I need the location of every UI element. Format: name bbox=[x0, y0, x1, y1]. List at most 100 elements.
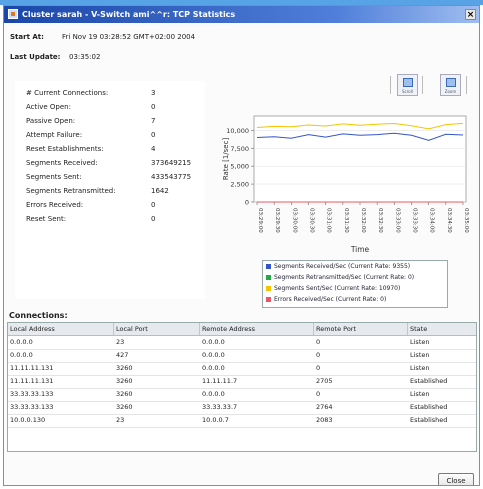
scroll-button[interactable]: Scroll bbox=[397, 74, 418, 96]
app-icon bbox=[8, 9, 18, 19]
table-cell: 0.0.0.0 bbox=[10, 351, 33, 359]
y-tick-label: 0 bbox=[245, 199, 249, 207]
rate-chart: 0 2,500 5,000 7,500 10,000 03:29:00 03:29:30 03… bbox=[222, 115, 469, 254]
stat-label: Passive Open: bbox=[26, 117, 76, 125]
table-cell: 0 bbox=[316, 338, 321, 346]
legend-item: Segments Sent/Sec (Current Rate: 10970) bbox=[266, 285, 400, 295]
table-cell: 33.33.33.7 bbox=[202, 403, 238, 411]
table-row[interactable]: 11.11.11.131 3260 11.11.11.7 2705 Establishe… bbox=[8, 375, 476, 389]
table-cell: 0.0.0.0 bbox=[202, 351, 225, 359]
close-button[interactable]: Close bbox=[438, 473, 474, 485]
column-header-remote-port[interactable]: Remote Port bbox=[314, 323, 408, 335]
stat-label: # Current Connections: bbox=[26, 89, 109, 97]
close-window-icon[interactable]: × bbox=[465, 9, 476, 20]
last-update-value: 03:35:02 bbox=[69, 53, 101, 61]
table-row[interactable]: 11.11.11.131 3260 0.0.0.0 0 Listen bbox=[8, 362, 476, 376]
table-cell: 33.33.33.133 bbox=[10, 390, 54, 398]
stat-label: Segments Sent: bbox=[26, 173, 82, 181]
table-cell: Established bbox=[410, 416, 448, 424]
last-update-label: Last Update: bbox=[10, 53, 61, 61]
stat-value: 0 bbox=[151, 215, 156, 223]
scroll-icon bbox=[403, 78, 413, 87]
legend-swatch bbox=[266, 264, 271, 269]
connections-table: Local Address Local Port Remote Address … bbox=[7, 322, 477, 452]
table-cell: 0 bbox=[316, 364, 321, 372]
stat-row: Reset Establishments: 4 bbox=[15, 145, 205, 157]
table-cell: 23 bbox=[116, 338, 125, 346]
stat-label: Attempt Failure: bbox=[26, 131, 83, 139]
legend-swatch bbox=[266, 275, 271, 280]
legend-item: Segments Received/Sec (Current Rate: 935… bbox=[266, 263, 410, 273]
stat-row: Passive Open: 7 bbox=[15, 117, 205, 129]
stat-label: Segments Retransmitted: bbox=[26, 187, 116, 195]
x-tick-label: 03:34:00 bbox=[429, 208, 435, 233]
x-tick-label: 03:32:00 bbox=[360, 208, 366, 233]
stat-label: Active Open: bbox=[26, 103, 71, 111]
table-cell: 2764 bbox=[316, 403, 333, 411]
column-header-state[interactable]: State bbox=[408, 323, 476, 335]
column-header-local-address[interactable]: Local Address bbox=[8, 323, 114, 335]
stat-value: 3 bbox=[151, 89, 156, 97]
title-bar[interactable]: Cluster sarah - V-Switch ami^^r: TCP Sta… bbox=[4, 6, 479, 23]
table-row[interactable]: 0.0.0.0 23 0.0.0.0 0 Listen bbox=[8, 336, 476, 350]
table-cell: 10.0.0.130 bbox=[10, 416, 46, 424]
table-cell: 2083 bbox=[316, 416, 333, 424]
chart-legend: Segments Received/Sec (Current Rate: 935… bbox=[262, 260, 448, 308]
stat-value: 0 bbox=[151, 131, 156, 139]
stat-label: Reset Establishments: bbox=[26, 145, 104, 153]
y-axis-label: Rate [1/sec] bbox=[222, 138, 230, 181]
x-tick-label: 03:32:30 bbox=[377, 208, 383, 233]
stat-value: 433543775 bbox=[151, 173, 192, 181]
toolbar-separator bbox=[422, 76, 423, 94]
x-axis-label: Time bbox=[350, 245, 370, 254]
table-cell: 10.0.0.7 bbox=[202, 416, 229, 424]
table-cell: 0.0.0.0 bbox=[10, 338, 33, 346]
zoom-button[interactable]: Zoom bbox=[440, 74, 461, 96]
y-tick-label: 10,000 bbox=[226, 127, 249, 135]
column-header-remote-address[interactable]: Remote Address bbox=[200, 323, 314, 335]
table-cell: Listen bbox=[410, 351, 430, 359]
legend-label: Errors Received/Sec (Current Rate: 0) bbox=[274, 296, 387, 303]
toolbar-separator bbox=[466, 76, 467, 94]
table-row[interactable]: 33.33.33.133 3260 33.33.33.7 2764 Establishe… bbox=[8, 401, 476, 415]
table-cell: 0 bbox=[316, 390, 321, 398]
table-row[interactable]: 0.0.0.0 427 0.0.0.0 0 Listen bbox=[8, 349, 476, 363]
window-title: Cluster sarah - V-Switch ami^^r: TCP Sta… bbox=[22, 10, 236, 19]
table-cell: 3260 bbox=[116, 390, 133, 398]
table-cell: 2705 bbox=[316, 377, 333, 385]
x-tick-label: 03:30:30 bbox=[309, 208, 315, 233]
stats-panel: # Current Connections: 3 Active Open: 0 … bbox=[15, 81, 205, 299]
stat-value: 7 bbox=[151, 117, 156, 125]
table-row[interactable]: 33.33.33.133 3260 0.0.0.0 0 Listen bbox=[8, 388, 476, 402]
x-tick-label: 03:33:00 bbox=[394, 208, 400, 233]
toolbar-separator bbox=[390, 76, 391, 94]
stat-row: Segments Retransmitted: 1642 bbox=[15, 187, 205, 199]
x-tick-label: 03:31:00 bbox=[326, 208, 332, 233]
table-header: Local Address Local Port Remote Address … bbox=[8, 323, 476, 336]
x-tick-label: 03:35:00 bbox=[463, 208, 469, 233]
x-tick-label: 03:33:30 bbox=[412, 208, 418, 233]
plot-area bbox=[253, 115, 467, 203]
legend-label: Segments Received/Sec (Current Rate: 935… bbox=[274, 263, 411, 270]
stat-row: Segments Received: 373649215 bbox=[15, 159, 205, 171]
stat-row: Active Open: 0 bbox=[15, 103, 205, 115]
table-cell: 11.11.11.131 bbox=[10, 377, 54, 385]
table-cell: 3260 bbox=[116, 403, 133, 411]
table-cell: 427 bbox=[116, 351, 129, 359]
x-tick-label: 03:31:30 bbox=[343, 208, 349, 233]
stat-label: Reset Sent: bbox=[26, 215, 67, 223]
tcp-statistics-window: Cluster sarah - V-Switch ami^^r: TCP Sta… bbox=[3, 5, 480, 486]
table-cell: 3260 bbox=[116, 364, 133, 372]
stat-label: Errors Received: bbox=[26, 201, 84, 209]
x-tick-label: 03:30:00 bbox=[291, 208, 297, 233]
stat-row: Attempt Failure: 0 bbox=[15, 131, 205, 143]
legend-label: Segments Sent/Sec (Current Rate: 10970) bbox=[274, 285, 401, 292]
table-cell: 0.0.0.0 bbox=[202, 364, 225, 372]
table-cell: 23 bbox=[116, 416, 125, 424]
table-cell: Listen bbox=[410, 338, 430, 346]
legend-swatch bbox=[266, 297, 271, 302]
zoom-label: Zoom bbox=[444, 89, 457, 94]
table-row[interactable]: 10.0.0.130 23 10.0.0.7 2083 Established bbox=[8, 414, 476, 428]
table-cell: 0.0.0.0 bbox=[202, 390, 225, 398]
column-header-local-port[interactable]: Local Port bbox=[114, 323, 200, 335]
